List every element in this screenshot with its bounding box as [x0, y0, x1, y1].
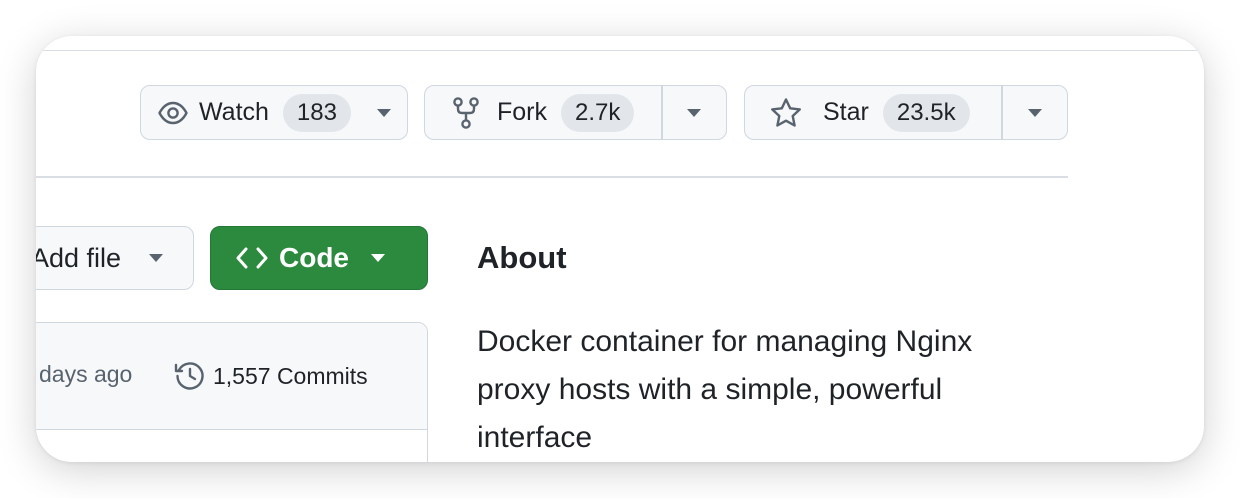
- code-button[interactable]: Code: [210, 226, 428, 290]
- chevron-down-icon: [149, 254, 164, 262]
- history-icon: [173, 359, 207, 393]
- fork-button-group: Fork 2.7k: [424, 85, 727, 140]
- eye-icon: [157, 97, 189, 129]
- add-file-label: Add file: [36, 242, 122, 273]
- commits-count: 1,557 Commits: [213, 362, 368, 389]
- star-icon: [769, 97, 803, 129]
- chevron-down-icon: [687, 108, 702, 117]
- watch-count: 183: [282, 93, 351, 132]
- chevron-down-icon: [371, 254, 385, 262]
- fork-count: 2.7k: [561, 93, 635, 132]
- star-button[interactable]: Star 23.5k: [745, 86, 1001, 139]
- file-list-panel: days ago 1,557 Commits: [36, 322, 428, 462]
- about-description: Docker container for managing Nginx prox…: [477, 325, 973, 454]
- star-button-group: Star 23.5k: [744, 85, 1068, 140]
- commit-time: days ago: [39, 361, 133, 387]
- chevron-down-icon: [376, 108, 391, 117]
- commits-link[interactable]: 1,557 Commits: [173, 359, 368, 393]
- chevron-down-icon: [1027, 108, 1042, 117]
- star-count: 23.5k: [882, 93, 970, 132]
- fork-label: Fork: [497, 98, 547, 126]
- fork-dropdown-button[interactable]: [663, 86, 727, 139]
- about-heading: About: [477, 240, 567, 275]
- code-label: Code: [279, 242, 349, 273]
- watch-button[interactable]: Watch 183: [140, 85, 408, 140]
- latest-commit-bar: days ago 1,557 Commits: [36, 323, 427, 430]
- top-divider: [36, 50, 1204, 51]
- add-file-button[interactable]: Add file: [36, 226, 194, 290]
- star-dropdown-button[interactable]: [1003, 86, 1068, 139]
- code-icon: [235, 244, 269, 272]
- header-divider: [36, 176, 1068, 178]
- fork-button[interactable]: Fork 2.7k: [425, 86, 661, 139]
- fork-icon: [451, 96, 481, 129]
- screenshot-window: Watch 183 Fork 2.7k Star 23.5k Add file …: [36, 36, 1204, 462]
- star-label: Star: [823, 98, 869, 126]
- watch-label: Watch: [199, 98, 269, 126]
